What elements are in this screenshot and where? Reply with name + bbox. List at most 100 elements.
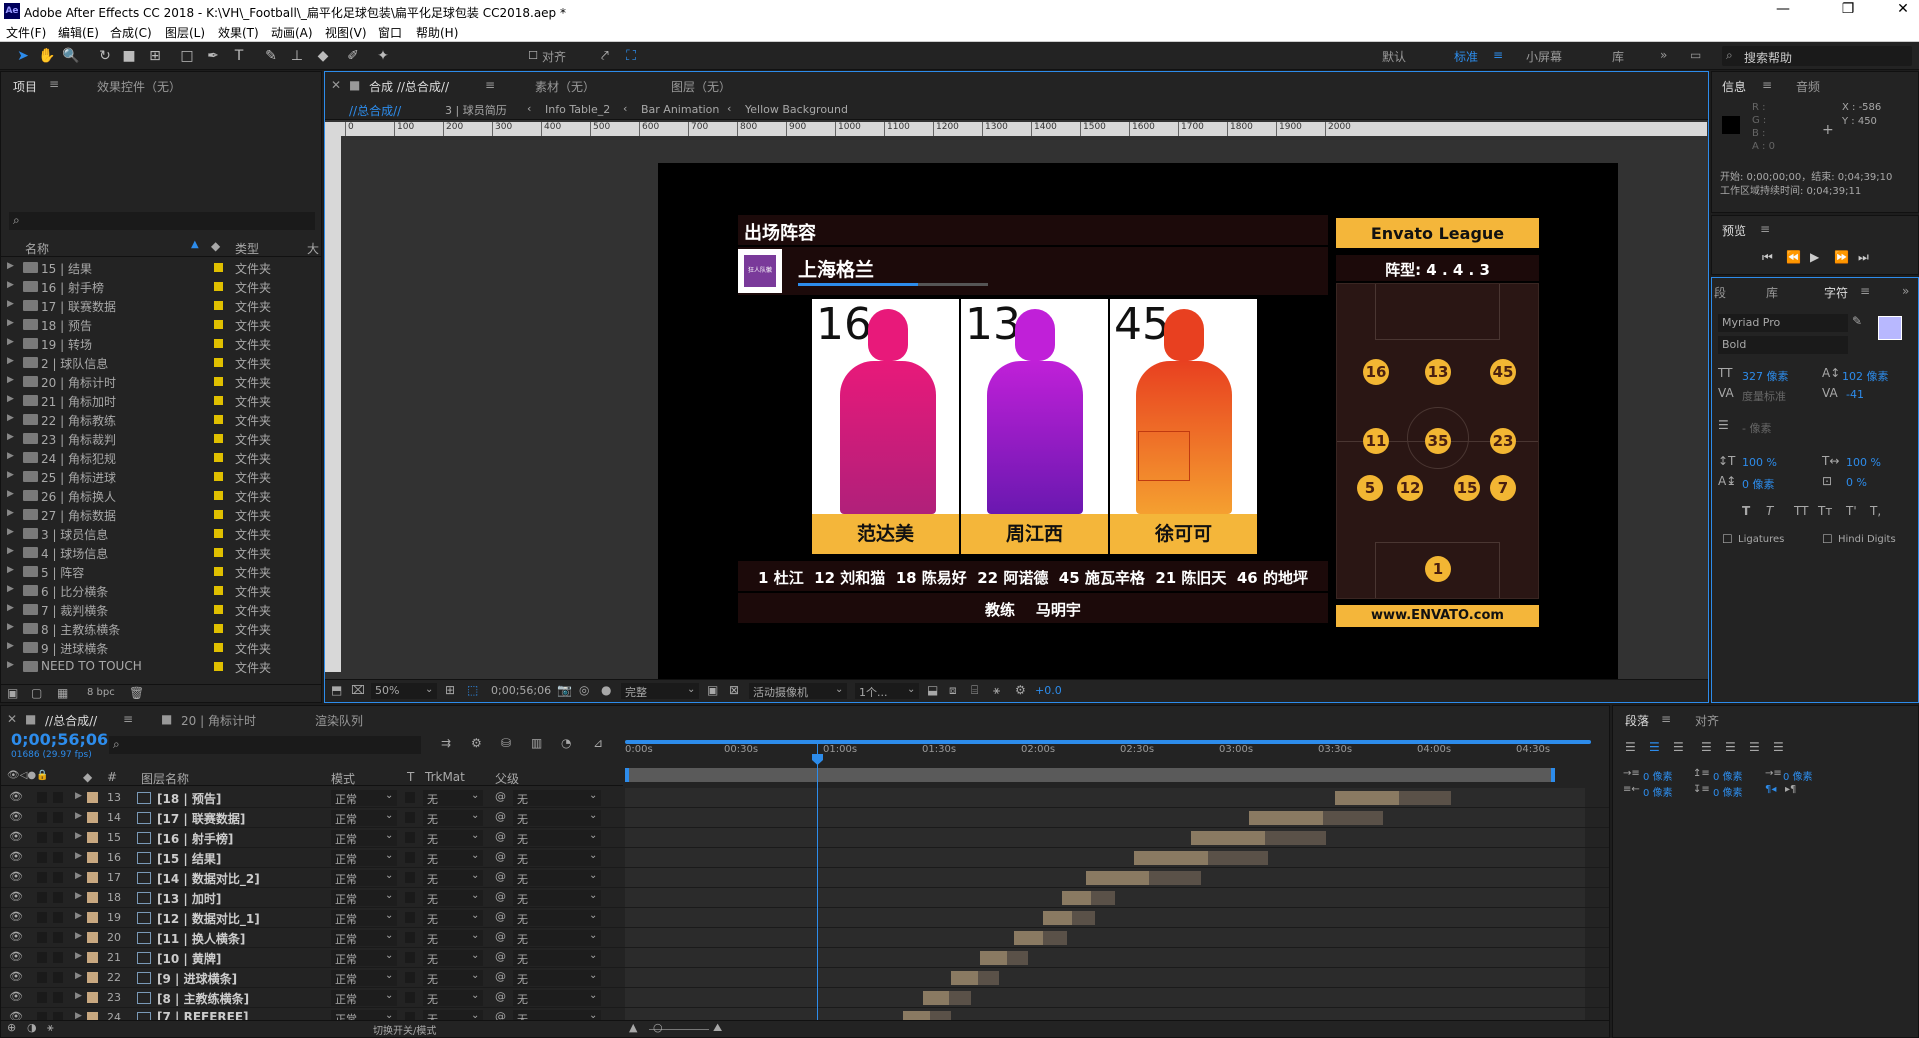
snapshot-icon[interactable]: 📷 — [557, 683, 572, 697]
exposure-value[interactable]: +0.0 — [1035, 684, 1062, 697]
space-after-value[interactable]: 0 像素 — [1713, 784, 1743, 799]
align-checkbox[interactable]: ☐ — [524, 47, 542, 65]
font-size-value[interactable]: 327 像素 — [1742, 368, 1789, 384]
layer-track[interactable] — [625, 808, 1585, 827]
zoom-tool-icon[interactable]: 🔍 — [62, 47, 80, 65]
menu-composition[interactable]: 合成(C) — [110, 24, 152, 41]
preserve-transparency-switch[interactable] — [405, 852, 415, 863]
visibility-eye-icon[interactable]: 👁 — [9, 970, 23, 983]
blend-mode-dropdown[interactable]: 正常 ⌄ — [331, 810, 397, 826]
solo-switch[interactable] — [37, 792, 47, 803]
label-color-swatch[interactable] — [214, 510, 223, 519]
parent-dropdown[interactable]: 无 ⌄ — [513, 890, 601, 906]
tab-footage[interactable]: 素材（无） — [535, 78, 595, 95]
current-time[interactable]: 0;00;56;06 — [491, 684, 551, 697]
anchor-tool-icon[interactable]: ⊞ — [146, 47, 164, 65]
lock-icon[interactable]: ■ — [349, 78, 360, 92]
layer-name[interactable]: [16 | 射手榜] — [157, 830, 233, 847]
solo-switch[interactable] — [37, 952, 47, 963]
font-family-dropdown[interactable]: Myriad Pro — [1718, 314, 1848, 332]
fast-preview-icon[interactable]: ▣ — [707, 683, 718, 697]
layer-row[interactable]: 👁 ▶ 22 [9 | 进球横条] 正常 ⌄ 无 ⌄ @ 无 ⌄ — [1, 968, 1609, 988]
column-name[interactable]: 名称 — [25, 240, 49, 257]
trkmat-dropdown[interactable]: 无 ⌄ — [423, 870, 483, 886]
pickwhip-icon[interactable]: @ — [495, 790, 506, 803]
puppet-tool-icon[interactable]: ✦ — [374, 47, 392, 65]
small-caps-button[interactable]: Tт — [1818, 504, 1832, 518]
project-menu-icon[interactable]: ≡ — [49, 77, 59, 91]
layer-row[interactable]: 👁 ▶ 14 [17 | 联赛数据] 正常 ⌄ 无 ⌄ @ 无 ⌄ — [1, 808, 1609, 828]
rotate-tool-icon[interactable]: ↻ — [96, 47, 114, 65]
expand-triangle-icon[interactable]: ▶ — [7, 356, 14, 366]
blend-mode-dropdown[interactable]: 正常 ⌄ — [331, 850, 397, 866]
layer-row[interactable]: 👁 ▶ 20 [11 | 换人横条] 正常 ⌄ 无 ⌄ @ 无 ⌄ — [1, 928, 1609, 948]
ltr-direction-icon[interactable]: ¶◂ — [1765, 784, 1776, 795]
expand-triangle-icon[interactable]: ▶ — [75, 911, 82, 921]
label-color-swatch[interactable] — [87, 832, 98, 843]
menu-help[interactable]: 帮助(H) — [416, 24, 458, 41]
superscript-button[interactable]: T' — [1846, 504, 1857, 518]
close-icon[interactable]: ✕ — [1893, 1, 1913, 17]
expand-triangle-icon[interactable]: ▶ — [7, 451, 14, 461]
subscript-button[interactable]: T, — [1870, 504, 1881, 518]
lock-switch[interactable] — [53, 912, 63, 923]
visibility-eye-icon[interactable]: 👁 — [9, 870, 23, 883]
parent-dropdown[interactable]: 无 ⌄ — [513, 930, 601, 946]
blend-mode-dropdown[interactable]: 正常 ⌄ — [331, 990, 397, 1006]
layer-duration-bar-tail[interactable] — [1265, 831, 1326, 845]
layer-name[interactable]: [15 | 结果] — [157, 850, 221, 867]
timeline-menu-icon[interactable]: ≡ — [123, 712, 133, 726]
visibility-eye-icon[interactable]: 👁 — [9, 1010, 23, 1020]
menu-window[interactable]: 窗口 — [378, 24, 402, 41]
solo-switch[interactable] — [37, 912, 47, 923]
lock-switch[interactable] — [53, 852, 63, 863]
project-item[interactable]: ▶ 27 | 角标数据 文件夹 — [1, 505, 319, 524]
parent-dropdown[interactable]: 无 ⌄ — [513, 810, 601, 826]
fill-color-swatch[interactable] — [1878, 316, 1902, 340]
expand-triangle-icon[interactable]: ▶ — [7, 641, 14, 651]
expand-triangle-icon[interactable]: ▶ — [75, 851, 82, 861]
transparency-grid-icon[interactable]: ⊠ — [729, 683, 739, 697]
project-item[interactable]: ▶ 25 | 角标进球 文件夹 — [1, 467, 319, 486]
layer-duration-bar[interactable] — [1013, 931, 1043, 945]
ligatures-checkbox[interactable]: ☐ — [1722, 532, 1733, 546]
project-item[interactable]: ▶Solids文件夹 — [1, 676, 319, 678]
font-style-dropdown[interactable]: Bold — [1718, 336, 1848, 354]
expand-triangle-icon[interactable]: ▶ — [75, 1011, 82, 1020]
layer-row[interactable]: 👁 ▶ 13 [18 | 预告] 正常 ⌄ 无 ⌄ @ 无 ⌄ — [1, 788, 1609, 808]
tab-main-comp[interactable]: //总合成// — [45, 712, 97, 729]
layer-track[interactable] — [625, 868, 1585, 887]
trkmat-dropdown[interactable]: 无 ⌄ — [423, 790, 483, 806]
label-color-swatch[interactable] — [214, 472, 223, 481]
preserve-transparency-switch[interactable] — [405, 1012, 415, 1020]
lock-switch[interactable] — [53, 952, 63, 963]
visibility-eye-icon[interactable]: 👁 — [9, 910, 23, 923]
expand-triangle-icon[interactable]: ▶ — [7, 508, 14, 518]
hindi-digits-checkbox[interactable]: ☐ — [1822, 532, 1833, 546]
align-center-icon[interactable]: ☰ — [1649, 740, 1660, 754]
pickwhip-icon[interactable]: @ — [495, 1010, 506, 1020]
breadcrumb-item-main[interactable]: //总合成// — [349, 102, 401, 119]
preserve-transparency-switch[interactable] — [405, 912, 415, 923]
zoom-dropdown[interactable]: 50% ⌄ — [371, 683, 437, 699]
vertical-scale-value[interactable]: 100 % — [1742, 456, 1777, 469]
layer-row[interactable]: 👁 ▶ 24 [7 | REFEREE] 正常 ⌄ 无 ⌄ @ 无 ⌄ — [1, 1008, 1609, 1020]
label-color-swatch[interactable] — [214, 548, 223, 557]
label-color-swatch[interactable] — [87, 1012, 98, 1020]
maximize-icon[interactable]: ❐ — [1838, 1, 1858, 17]
new-folder-icon[interactable]: ▢ — [31, 686, 42, 700]
label-color-swatch[interactable] — [87, 792, 98, 803]
label-color-swatch[interactable] — [214, 301, 223, 310]
parent-dropdown[interactable]: 无 ⌄ — [513, 970, 601, 986]
label-color-swatch[interactable] — [87, 872, 98, 883]
expand-triangle-icon[interactable]: ▶ — [75, 791, 82, 801]
blend-mode-dropdown[interactable]: 正常 ⌄ — [331, 830, 397, 846]
expand-triangle-icon[interactable]: ▶ — [75, 891, 82, 901]
trkmat-dropdown[interactable]: 无 ⌄ — [423, 910, 483, 926]
label-color-swatch[interactable] — [87, 972, 98, 983]
menu-effect[interactable]: 效果(T) — [218, 24, 259, 41]
project-item[interactable]: ▶ 21 | 角标加时 文件夹 — [1, 391, 319, 410]
layer-duration-bar[interactable] — [980, 951, 1007, 965]
project-item[interactable]: ▶ 18 | 预告 文件夹 — [1, 315, 319, 334]
help-search-box[interactable]: ⌕ 搜索帮助 — [1722, 46, 1912, 66]
